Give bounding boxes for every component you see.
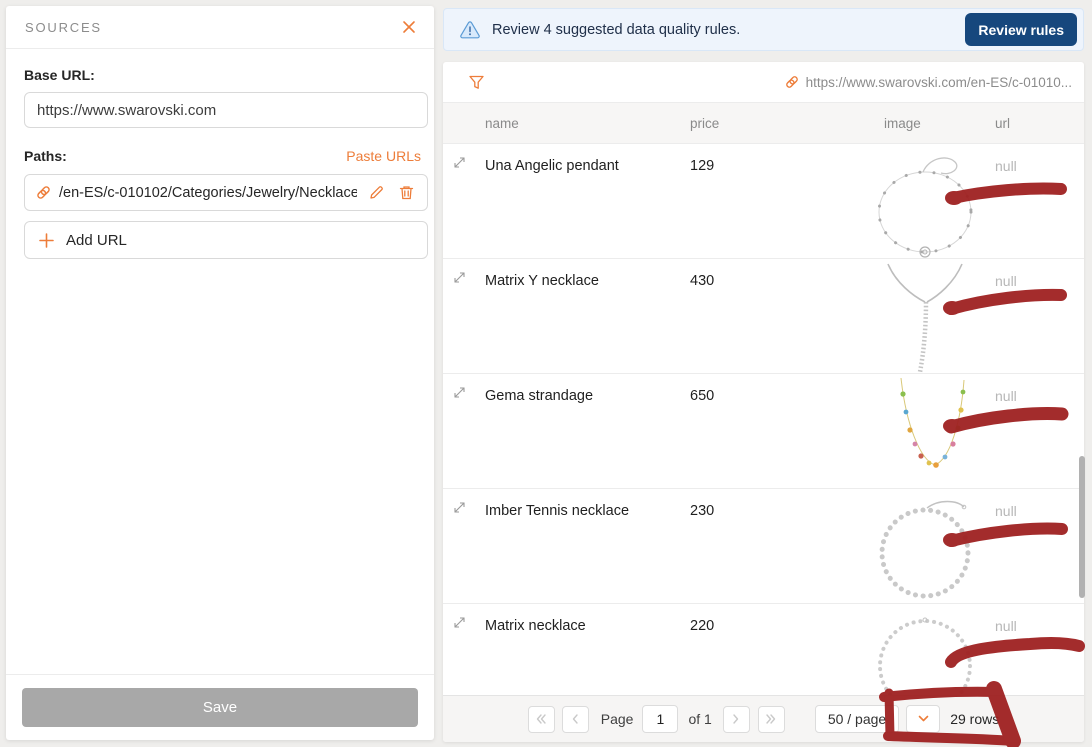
product-image-strandage [863,376,993,489]
cell-name: Gema strandage [485,388,593,404]
banner-message: Review 4 suggested data quality rules. [492,22,740,38]
cell-price: 430 [690,273,714,289]
source-url-text: https://www.swarovski.com/en-ES/c-01010.… [806,75,1072,90]
page-number-input[interactable] [642,705,678,733]
column-header-url: url [995,116,1010,131]
base-url-label: Base URL: [24,67,421,83]
page-size-chevron-button[interactable] [906,705,940,733]
row-count-label: 29 rows [950,711,999,727]
sources-title: SOURCES [25,20,102,35]
warning-icon [460,21,480,39]
save-button[interactable]: Save [22,688,418,727]
first-page-button[interactable] [528,706,555,733]
column-header-price: price [690,116,719,131]
table-row: Imber Tennis necklace 230 null [443,489,1084,604]
results-table-card: https://www.swarovski.com/en-ES/c-01010.… [443,62,1084,742]
expand-row-icon[interactable] [452,500,470,518]
cell-name: Imber Tennis necklace [485,503,629,519]
link-icon [36,185,51,200]
cell-price: 230 [690,503,714,519]
cell-name: Matrix Y necklace [485,273,599,289]
table-row: Matrix Y necklace 430 null [443,259,1084,374]
paths-label: Paths: [24,148,67,164]
cell-url: null [995,158,1017,174]
cell-url: null [995,388,1017,404]
table-row: Matrix necklace 220 null [443,604,1084,695]
cell-url: null [995,273,1017,289]
expand-row-icon[interactable] [452,270,470,288]
table-row: Una Angelic pendant 129 null [443,144,1084,259]
sources-footer: Save [6,674,434,740]
product-image-tennis-necklace [863,491,993,604]
edit-icon[interactable] [365,182,387,204]
link-icon [785,75,799,89]
cell-url: null [995,618,1017,634]
base-url-input[interactable] [24,92,428,128]
vertical-scrollbar-thumb[interactable] [1079,456,1085,598]
delete-icon[interactable] [395,182,417,204]
add-url-label: Add URL [66,232,127,249]
cell-price: 129 [690,158,714,174]
chevron-down-icon [918,715,929,723]
rules-banner: Review 4 suggested data quality rules. R… [443,8,1084,51]
product-image-y-necklace [863,261,993,374]
sources-panel: SOURCES Base URL: Paths: Paste URLs /en-… [6,6,434,740]
sources-header: SOURCES [6,6,434,49]
expand-row-icon[interactable] [452,615,470,633]
cell-url: null [995,503,1017,519]
plus-icon [39,233,54,248]
cell-price: 220 [690,618,714,634]
table-toolbar: https://www.swarovski.com/en-ES/c-01010.… [443,62,1084,103]
table-footer: Page of 1 50 / page 29 rows [443,695,1084,742]
last-page-button[interactable] [758,706,785,733]
column-header-name: name [485,116,519,131]
table-row: Gema strandage 650 null [443,374,1084,489]
cell-name: Matrix necklace [485,618,586,634]
product-image-pendant [863,146,993,259]
filter-icon[interactable] [469,75,484,90]
close-icon[interactable] [398,16,420,38]
next-page-button[interactable] [723,706,750,733]
cell-name: Una Angelic pendant [485,158,619,174]
expand-row-icon[interactable] [452,155,470,173]
product-image-matrix-necklace [863,606,993,695]
path-row: /en-ES/c-010102/Categories/Jewelry/Neckl… [24,174,428,211]
path-text: /en-ES/c-010102/Categories/Jewelry/Neckl… [59,185,357,201]
prev-page-button[interactable] [562,706,589,733]
column-header-image: image [884,116,921,131]
page-label: Page [601,711,634,727]
page-size-select[interactable]: 50 / page [815,705,899,733]
review-rules-button[interactable]: Review rules [965,13,1077,46]
paste-urls-link[interactable]: Paste URLs [346,148,421,164]
source-url-link[interactable]: https://www.swarovski.com/en-ES/c-01010.… [785,75,1072,90]
add-url-button[interactable]: Add URL [24,221,428,259]
expand-row-icon[interactable] [452,385,470,403]
sources-body: Base URL: Paths: Paste URLs /en-ES/c-010… [6,49,434,674]
page-of-label: of 1 [688,711,711,727]
table-header: name price image url [443,103,1084,144]
cell-price: 650 [690,388,714,404]
